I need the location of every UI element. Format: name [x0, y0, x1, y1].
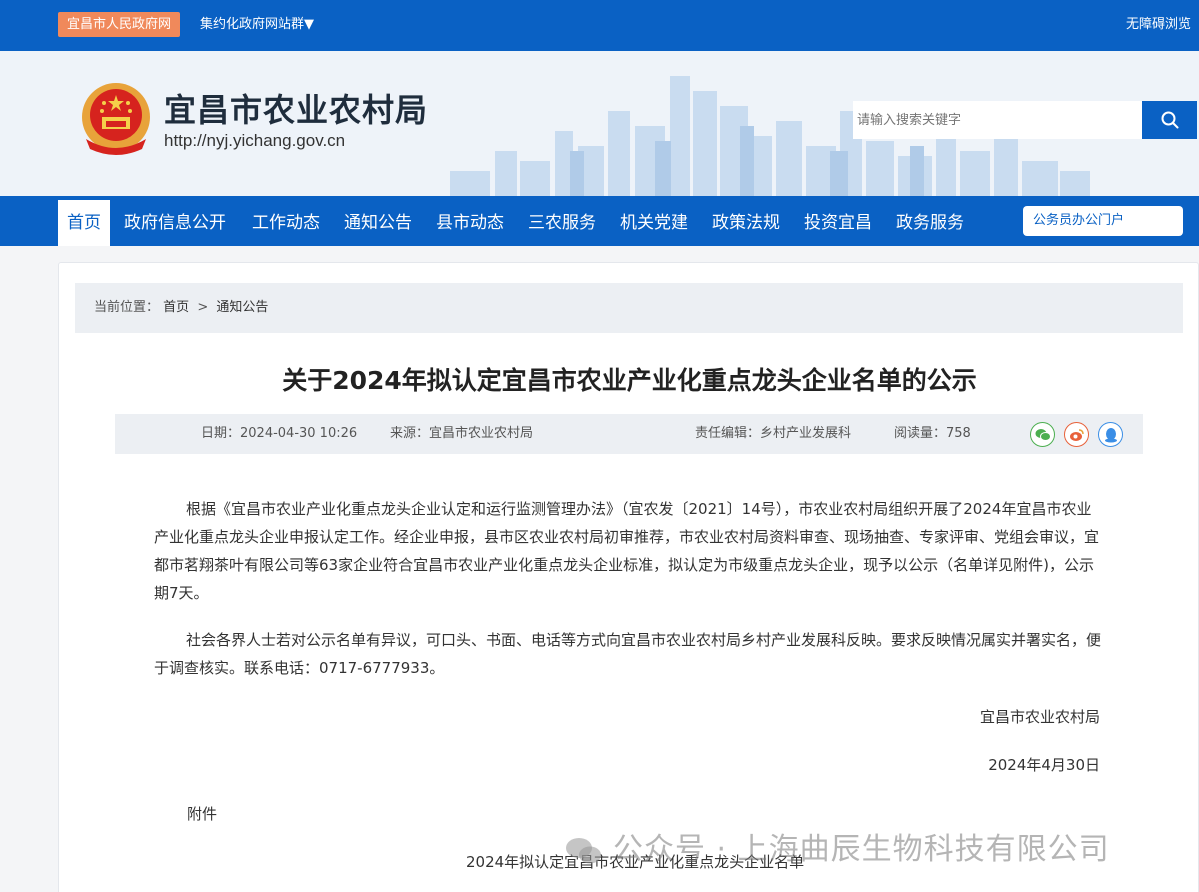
weibo-icon — [1069, 428, 1084, 441]
breadcrumb-home[interactable]: 首页 — [163, 300, 189, 315]
top-bar: 宜昌市人民政府网 集约化政府网站群▼ 无障碍浏览 — [0, 0, 1199, 51]
wechat-icon — [1035, 428, 1051, 441]
accessible-browse-link[interactable]: 无障碍浏览 — [1126, 12, 1191, 37]
nav-item-county-news[interactable]: 县市动态 — [436, 200, 504, 246]
nav-item-invest[interactable]: 投资宜昌 — [804, 200, 872, 246]
breadcrumb: 当前位置： 首页 > 通知公告 — [75, 283, 1183, 333]
nav-item-gov-services[interactable]: 政务服务 — [896, 200, 964, 246]
responsible-editor: 责任编辑：乡村产业发展科 — [695, 426, 852, 441]
watermark: 公众号 · 上海曲辰生物科技有限公司 — [565, 824, 1110, 868]
site-title: 宜昌市农业农村局 — [164, 91, 429, 129]
article-title: 关于2024年拟认定宜昌市农业产业化重点龙头企业名单的公示 — [282, 366, 977, 395]
wechat-watermark-icon — [566, 837, 601, 863]
view-count: 阅读量：758 — [894, 426, 971, 441]
share-weibo-button[interactable] — [1064, 422, 1089, 447]
nav-item-gov-info[interactable]: 政府信息公开 — [124, 200, 226, 246]
nav-item-work-news[interactable]: 工作动态 — [252, 200, 320, 246]
nav-item-notices[interactable]: 通知公告 — [344, 200, 412, 246]
signature-org: 宜昌市农业农村局 — [979, 708, 1100, 726]
national-emblem-icon — [82, 83, 150, 155]
nav-item-rural-services[interactable]: 三农服务 — [528, 200, 596, 246]
article-paragraph-1: 根据《宜昌市农业产业化重点龙头企业认定和运行监测管理办法》（宜农发〔2021〕1… — [154, 500, 1100, 602]
watermark-text: 公众号 · 上海曲辰生物科技有限公司 — [613, 832, 1110, 867]
site-group-dropdown[interactable]: 集约化政府网站群▼ — [200, 12, 314, 37]
signature-date: 2024年4月30日 — [988, 756, 1100, 774]
breadcrumb-current[interactable]: 通知公告 — [216, 300, 268, 315]
gov-portal-link[interactable]: 宜昌市人民政府网 — [58, 12, 181, 37]
share-wechat-button[interactable] — [1030, 422, 1055, 447]
attachment-label: 附件 — [187, 805, 218, 823]
article-source: 来源：宜昌市农业农村局 — [390, 426, 534, 441]
breadcrumb-separator: > — [197, 300, 209, 315]
breadcrumb-prefix: 当前位置： — [94, 300, 160, 315]
nav-item-home[interactable]: 首页 — [58, 200, 110, 246]
search-icon — [1161, 111, 1178, 129]
search-button[interactable] — [1142, 101, 1197, 139]
search-input[interactable] — [853, 101, 1143, 139]
share-qq-button[interactable] — [1098, 422, 1123, 447]
article-card: 当前位置： 首页 > 通知公告 关于2024年拟认定宜昌市农业产业化重点龙头企业… — [58, 262, 1199, 892]
article-meta-bar: 日期：2024-04-30 10:26 来源：宜昌市农业农村局 责任编辑：乡村产… — [115, 414, 1143, 454]
main-nav: 首页 政府信息公开 工作动态 通知公告 县市动态 三农服务 机关党建 政策法规 … — [0, 196, 1199, 246]
nav-item-party-building[interactable]: 机关党建 — [620, 200, 688, 246]
civil-servant-portal-button[interactable]: 公务员办公门户 — [1023, 206, 1183, 236]
publish-date: 日期：2024-04-30 10:26 — [201, 426, 358, 441]
site-header: 宜昌市农业农村局 http://nyj.yichang.gov.cn — [0, 51, 1199, 196]
qq-icon — [1104, 427, 1117, 442]
site-url: http://nyj.yichang.gov.cn — [164, 131, 346, 150]
article-paragraph-2: 社会各界人士若对公示名单有异议，可口头、书面、电话等方式向宜昌市农业农村局乡村产… — [154, 631, 1102, 677]
nav-item-policy[interactable]: 政策法规 — [712, 200, 780, 246]
